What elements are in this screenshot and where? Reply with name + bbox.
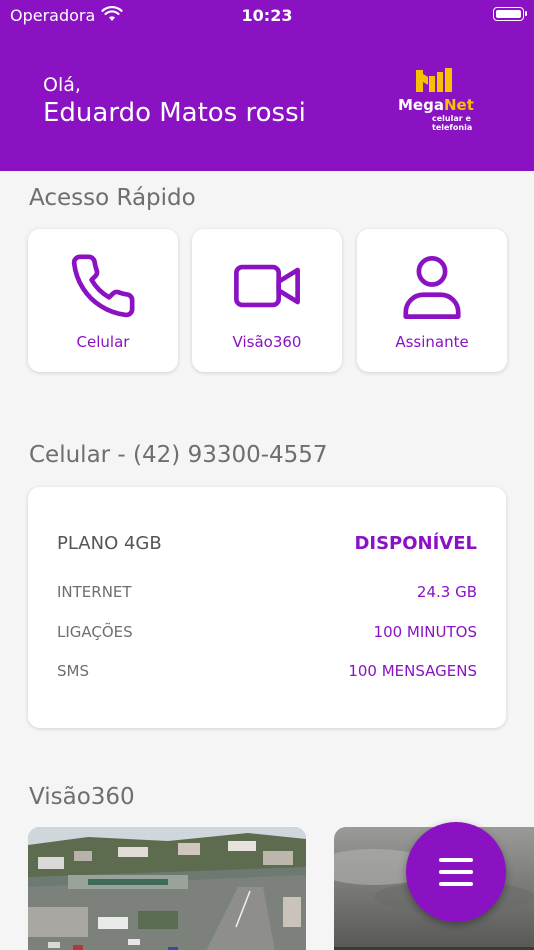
quick-access-visao360[interactable]: Visão360 — [192, 229, 342, 372]
plan-row-label: LIGAÇÕES — [57, 623, 133, 641]
greeting: Olá, — [43, 74, 81, 96]
battery-icon — [493, 7, 527, 21]
menu-fab-button[interactable] — [406, 822, 506, 922]
quick-access-assinante[interactable]: Assinante — [357, 229, 507, 372]
plan-row-label: SMS — [57, 662, 89, 680]
plan-card[interactable]: PLANO 4GB DISPONÍVEL INTERNET 24.3 GB LI… — [28, 487, 506, 728]
plan-header-row: PLANO 4GB DISPONÍVEL — [57, 533, 477, 554]
plan-row-value: 100 MINUTOS — [373, 623, 477, 641]
plan-row-internet: INTERNET 24.3 GB — [57, 583, 477, 601]
plan-row-sms: SMS 100 MENSAGENS — [57, 662, 477, 680]
quick-access-title: Acesso Rápido — [29, 185, 196, 211]
quick-access-label: Visão360 — [232, 333, 302, 351]
logo-subtitle: celular e telefonia — [432, 114, 473, 132]
user-icon — [403, 255, 461, 319]
plan-row-ligacoes: LIGAÇÕES 100 MINUTOS — [57, 623, 477, 641]
meganet-logo: MegaNet celular e telefonia — [398, 68, 478, 134]
camera-thumbnail[interactable] — [28, 827, 306, 950]
video-camera-icon — [234, 264, 300, 308]
status-bar: Operadora 10:23 — [0, 0, 534, 32]
quick-access-celular[interactable]: Celular — [28, 229, 178, 372]
plan-row-value: 24.3 GB — [416, 583, 477, 601]
camera-image-city — [28, 827, 306, 950]
menu-icon — [439, 858, 473, 886]
plan-name: PLANO 4GB — [57, 533, 162, 554]
quick-access-label: Assinante — [395, 333, 469, 351]
clock: 10:23 — [241, 6, 293, 25]
logo-mark-icon — [416, 68, 452, 92]
visao360-title: Visão360 — [29, 784, 135, 810]
header: Operadora 10:23 Olá, Eduardo Matos rossi… — [0, 0, 534, 171]
quick-access-label: Celular — [76, 333, 130, 351]
user-name: Eduardo Matos rossi — [43, 98, 306, 128]
plan-row-label: INTERNET — [57, 583, 132, 601]
phone-icon — [71, 254, 135, 318]
cellular-title: Celular - (42) 93300-4557 — [29, 442, 328, 468]
logo-wordmark: MegaNet — [398, 96, 474, 114]
plan-status: DISPONÍVEL — [354, 533, 477, 554]
plan-row-value: 100 MENSAGENS — [348, 662, 477, 680]
